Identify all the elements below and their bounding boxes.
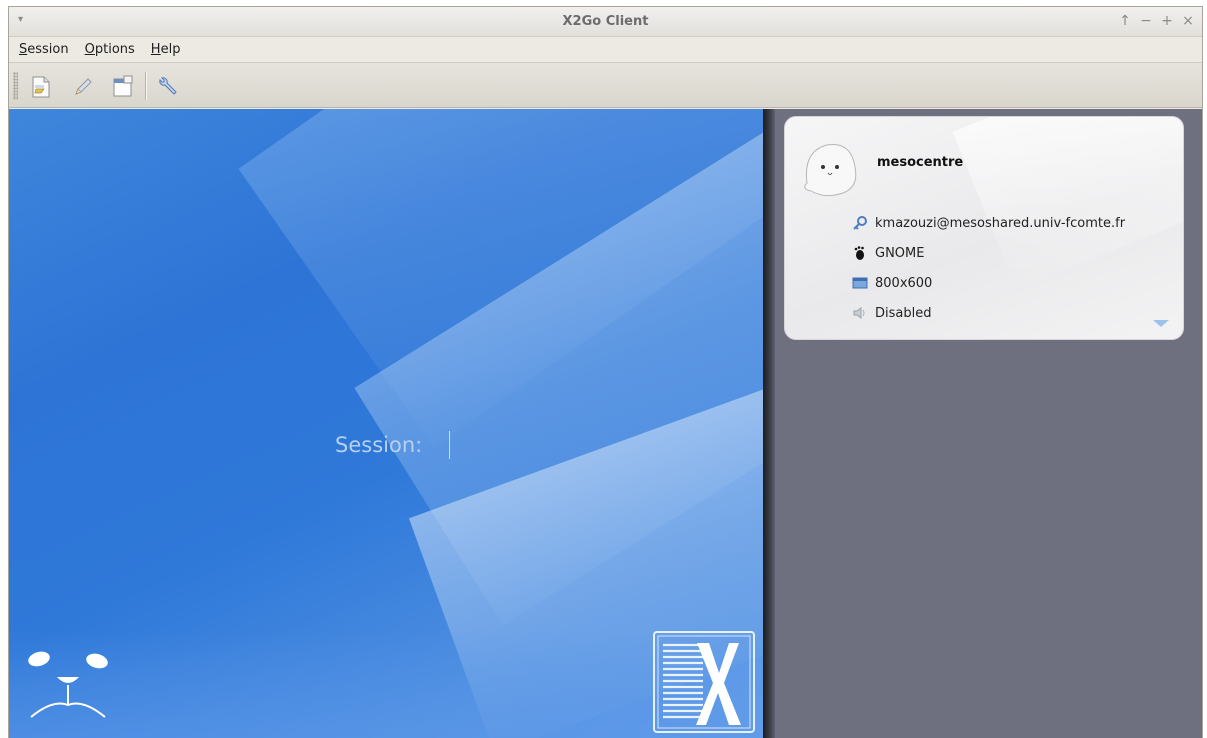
gnome-foot-icon [851,245,869,261]
session-geometry: 800x600 [875,275,933,291]
session-management-button[interactable] [111,75,135,99]
session-desktop-row: GNOME [851,245,924,261]
title-bar[interactable]: ▾ X2Go Client ↑ − + × [9,7,1202,37]
background-glow [9,629,763,738]
toolbar-separator [145,72,147,100]
menu-bar: Session Options Help [9,37,1202,62]
session-prompt-label: Session: [335,433,423,457]
menu-options-label: ptions [94,42,135,57]
new-session-icon [32,76,50,98]
card-shine [952,117,1183,290]
menu-options[interactable]: Options [85,42,135,57]
edit-session-icon [75,78,92,95]
menu-session[interactable]: Session [19,42,69,57]
session-sound: Disabled [875,305,932,321]
maximize-button[interactable]: + [1161,13,1173,29]
session-server-row: kmazouzi@mesoshared.univ-fcomte.fr [851,215,1125,231]
window-controls: ↑ − + × [1119,13,1194,29]
session-server: kmazouzi@mesoshared.univ-fcomte.fr [875,215,1126,231]
expand-arrow-icon[interactable] [1153,320,1169,327]
x2go-client-window: ▾ X2Go Client ↑ − + × Session Options He… [8,6,1203,738]
display-icon [851,275,869,291]
login-panel: Session: [9,109,763,738]
speaker-icon [851,305,869,321]
menu-options-mnemonic: O [84,42,95,57]
keep-above-button[interactable]: ↑ [1119,13,1131,29]
minimize-button[interactable]: − [1140,13,1152,29]
menu-help-mnemonic: H [150,42,161,57]
session-geometry-row: 800x600 [851,275,932,291]
close-button[interactable]: × [1182,13,1194,29]
session-card[interactable]: mesocentre kmazouzi@mesoshared.univ-fcom… [784,116,1184,340]
toolbar [9,62,1202,108]
session-list-panel: mesocentre kmazouzi@mesoshared.univ-fcom… [775,109,1202,738]
session-sound-row: Disabled [851,305,931,321]
menu-help[interactable]: Help [151,42,181,57]
menu-help-label: elp [160,42,181,57]
key-icon [851,215,869,231]
session-avatar-icon [804,143,857,197]
toolbar-grip[interactable] [13,72,18,100]
menu-session-label: ession [27,42,69,57]
x2go-mascot-icon [28,651,108,718]
new-session-button[interactable] [29,75,53,99]
session-management-icon [113,75,133,97]
session-desktop: GNOME [875,245,925,261]
window-title: X2Go Client [562,14,649,29]
settings-wrench-icon [159,77,177,95]
settings-button[interactable] [155,75,179,99]
session-input-caret[interactable] [449,431,450,459]
session-name: mesocentre [877,155,964,170]
x-logo-icon [653,631,755,733]
panel-divider[interactable] [763,109,775,738]
edit-session-button[interactable] [71,75,95,99]
